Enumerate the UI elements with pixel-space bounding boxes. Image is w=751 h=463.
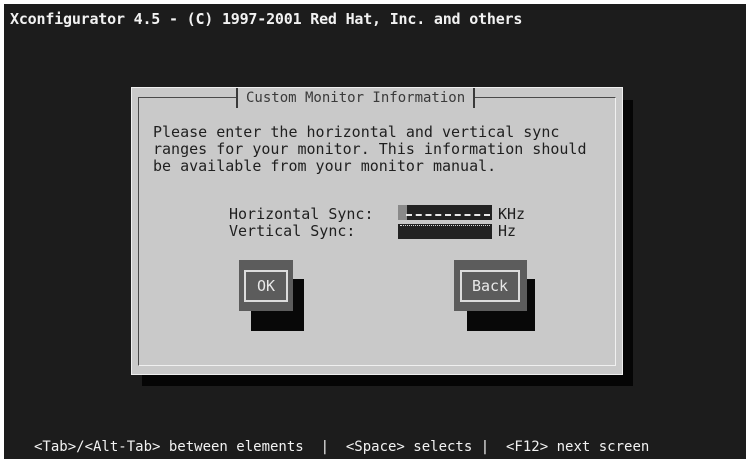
text-cursor: [398, 205, 407, 220]
dialog-message: Please enter the horizontal and vertical…: [153, 124, 613, 175]
ok-button-label[interactable]: OK: [244, 270, 288, 302]
vertical-sync-unit: Hz: [498, 222, 517, 240]
dialog-message-line-2: ranges for your monitor. This informatio…: [153, 140, 587, 158]
back-button[interactable]: Back: [454, 260, 527, 311]
dialog-title: Custom Monitor Information: [236, 88, 476, 108]
vertical-sync-input[interactable]: [398, 224, 492, 239]
ok-button[interactable]: OK: [239, 260, 293, 311]
custom-monitor-dialog: Custom Monitor Information Please enter …: [131, 87, 623, 375]
help-bar: <Tab>/<Alt-Tab> between elements | <Spac…: [34, 439, 650, 455]
vertical-sync-label: Vertical Sync:: [229, 222, 356, 240]
horizontal-sync-input[interactable]: [398, 205, 492, 220]
horizontal-sync-label: Horizontal Sync:: [229, 205, 374, 223]
dialog-message-line-3: be available from your monitor manual.: [153, 157, 497, 175]
app-title: Xconfigurator 4.5 - (C) 1997-2001 Red Ha…: [10, 10, 523, 28]
back-button-label[interactable]: Back: [460, 270, 520, 302]
horizontal-sync-unit: KHz: [498, 205, 526, 223]
dialog-message-line-1: Please enter the horizontal and vertical…: [153, 123, 560, 141]
console-screen: Xconfigurator 4.5 - (C) 1997-2001 Red Ha…: [4, 4, 746, 459]
